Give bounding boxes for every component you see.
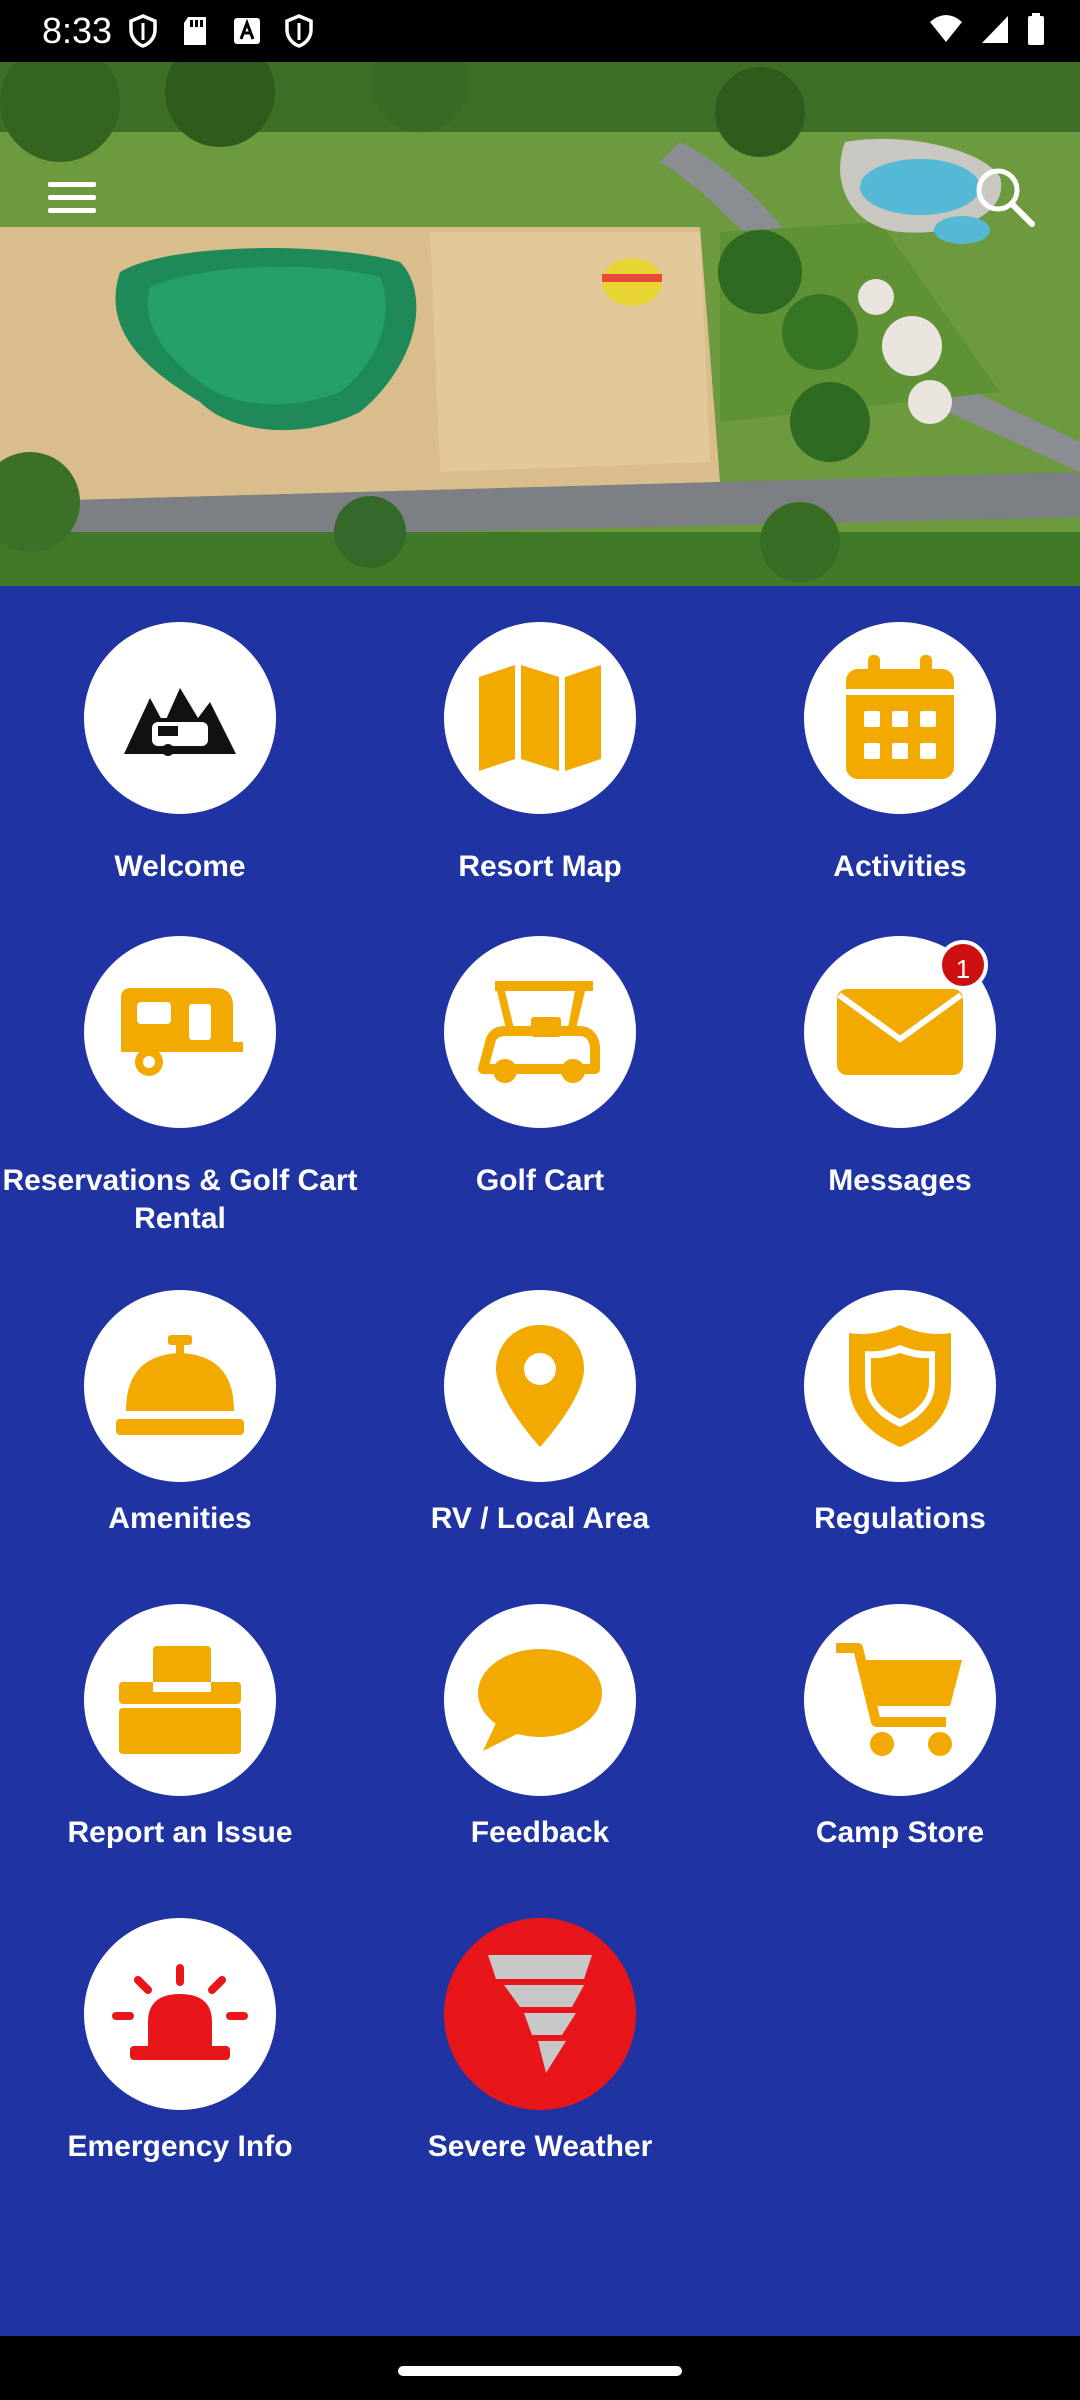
tile-report-issue[interactable]: Report an Issue — [0, 1604, 360, 1864]
tile-label: Regulations — [814, 1502, 986, 1535]
tile-reservations[interactable]: Reservations & Golf Cart Rental — [0, 936, 360, 1236]
tile-label: Report an Issue — [67, 1816, 293, 1849]
tile-label: Reservations & Golf Cart Rental — [2, 1164, 358, 1235]
shopping-cart-icon — [836, 1643, 962, 1756]
tile-regulations[interactable]: Regulations — [720, 1290, 1080, 1550]
hero-carousel[interactable] — [0, 62, 1080, 586]
shield-icon — [849, 1325, 951, 1447]
service-bell-icon — [116, 1335, 244, 1435]
siren-icon — [112, 1964, 248, 2060]
tile-rv-local-area[interactable]: RV / Local Area — [360, 1290, 720, 1550]
signal-icon — [982, 16, 1008, 43]
status-bar: 8:33 — [0, 0, 1080, 62]
tile-severe-weather[interactable]: Severe Weather — [360, 1918, 720, 2178]
tile-emergency-info[interactable]: Emergency Info — [0, 1918, 360, 2178]
font-icon — [234, 18, 260, 44]
tile-label: RV / Local Area — [430, 1502, 650, 1535]
tile-welcome[interactable]: Welcome — [0, 622, 360, 883]
map-pin-icon — [496, 1325, 584, 1447]
golf-cart-icon — [478, 981, 600, 1083]
tornado-icon — [488, 1955, 592, 2073]
sd-card-icon — [184, 17, 206, 45]
tile-label: Feedback — [470, 1816, 610, 1849]
tile-label: Messages — [828, 1164, 972, 1197]
wifi-icon — [930, 15, 962, 42]
camper-tent-icon — [124, 688, 236, 756]
speech-bubble-icon — [478, 1649, 602, 1751]
tile-amenities[interactable]: Amenities — [0, 1290, 360, 1550]
tile-golf-cart[interactable]: Golf Cart — [360, 936, 720, 1197]
tile-label: Resort Map — [458, 850, 622, 883]
tile-feedback[interactable]: Feedback — [360, 1604, 720, 1864]
tile-activities[interactable]: Activities — [720, 622, 1080, 883]
map-icon — [479, 665, 601, 771]
battery-icon — [1028, 13, 1044, 45]
tissue-box-icon — [119, 1646, 241, 1754]
shield-icon — [285, 14, 313, 48]
tile-label: Camp Store — [815, 1816, 985, 1849]
status-time: 8:33 — [42, 10, 113, 51]
tile-label: Welcome — [114, 850, 246, 883]
camper-trailer-icon — [121, 988, 243, 1076]
calendar-icon — [846, 655, 954, 779]
unread-badge: 1 — [938, 940, 988, 990]
tile-label: Golf Cart — [475, 1164, 605, 1197]
home-gesture-bar[interactable] — [398, 2366, 682, 2376]
hamburger-menu-icon[interactable] — [46, 178, 98, 218]
tile-camp-store[interactable]: Camp Store — [720, 1604, 1080, 1864]
tile-label: Activities — [833, 850, 967, 883]
hero-image — [0, 62, 1080, 586]
tile-label: Amenities — [108, 1502, 252, 1535]
search-icon[interactable] — [972, 164, 1038, 230]
shield-icon — [129, 14, 157, 48]
tile-label: Emergency Info — [67, 2130, 293, 2163]
envelope-icon — [837, 989, 963, 1075]
tile-resort-map[interactable]: Resort Map — [360, 622, 720, 883]
tile-messages[interactable]: 1 Messages — [720, 936, 1080, 1197]
tile-label: Severe Weather — [427, 2130, 653, 2163]
